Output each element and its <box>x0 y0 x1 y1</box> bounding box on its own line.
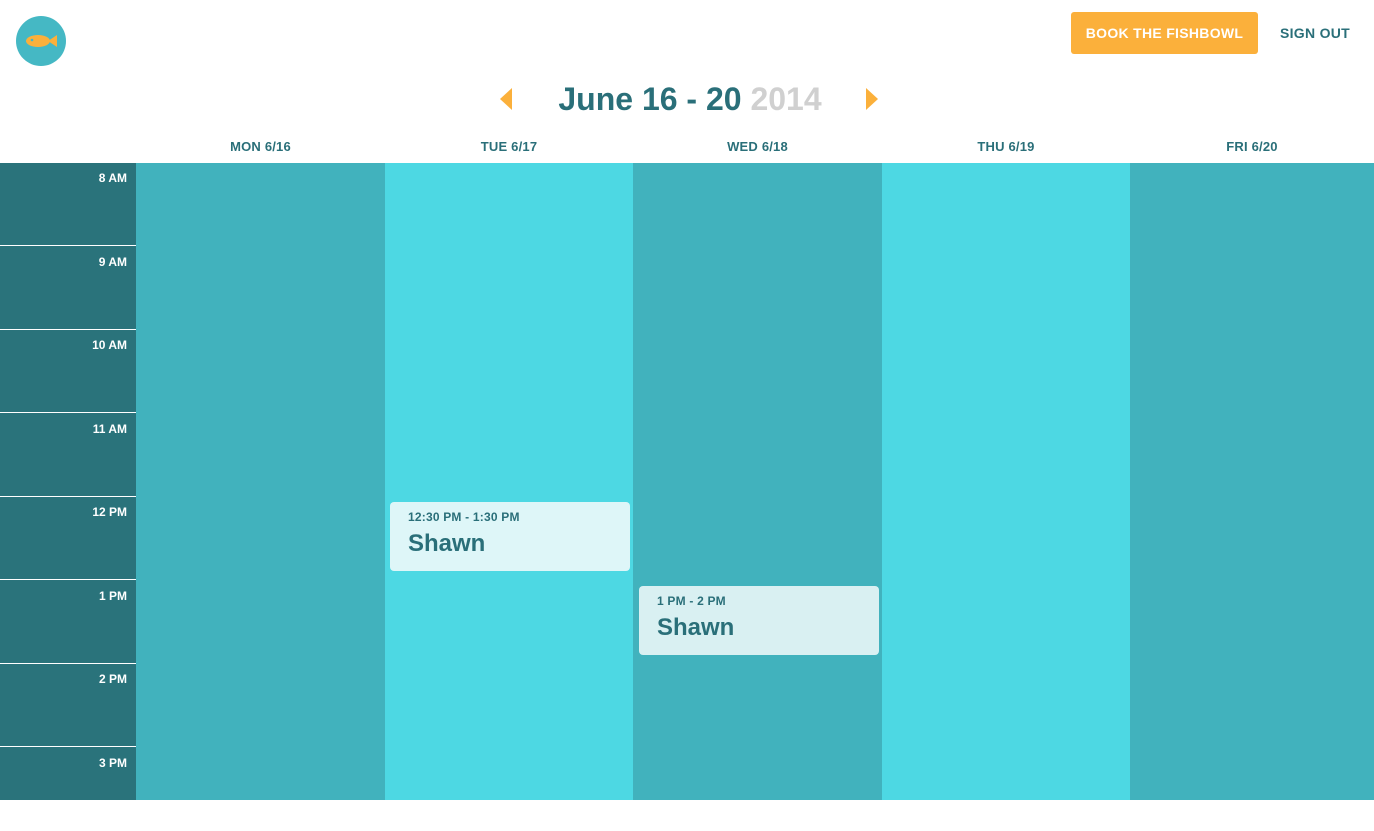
week-navigation: June 16 - 20 2014 <box>0 76 1374 122</box>
time-label: 8 AM <box>98 171 127 185</box>
time-slot: 10 AM <box>0 330 136 413</box>
event-name: Shawn <box>657 614 735 641</box>
logo[interactable] <box>16 16 66 66</box>
day-header-thu: THU 6/19 <box>977 139 1035 154</box>
day-column-wed[interactable] <box>633 163 882 800</box>
time-slot: 2 PM <box>0 664 136 747</box>
book-the-fishbowl-button[interactable]: BOOK THE FISHBOWL <box>1071 12 1258 54</box>
day-column-thu[interactable] <box>882 163 1130 800</box>
fish-icon <box>26 35 57 47</box>
time-label: 11 AM <box>92 421 127 436</box>
week-range-title: June 16 - 20 2014 <box>540 78 840 120</box>
time-slot: 11 AM <box>0 414 136 497</box>
event-card[interactable]: 12:30 PM - 1:30 PM Shawn <box>390 502 630 571</box>
day-header-tue: TUE 6/17 <box>480 139 538 154</box>
time-slot: 12 PM <box>0 497 136 580</box>
top-bar: BOOK THE FISHBOWL SIGN OUT <box>0 0 1374 80</box>
time-label: 9 AM <box>98 254 127 269</box>
day-column-mon[interactable] <box>136 163 385 800</box>
time-label: 12 PM <box>92 505 127 519</box>
time-column: 8 AM 9 AM 10 AM 11 AM 12 PM 1 PM 2 PM 3 … <box>0 163 136 800</box>
time-slot: 3 PM <box>0 748 136 831</box>
next-week-icon[interactable] <box>866 88 878 110</box>
time-label: 1 PM <box>98 588 127 603</box>
day-header-mon: MON 6/16 <box>230 139 291 154</box>
week-range-dates: June 16 - 20 <box>558 81 742 117</box>
sign-out-link[interactable]: SIGN OUT <box>1270 12 1360 54</box>
prev-week-icon[interactable] <box>500 88 512 110</box>
day-header-wed: WED 6/18 <box>727 139 788 154</box>
time-slot: 8 AM <box>0 163 136 246</box>
event-card[interactable]: 1 PM - 2 PM Shawn <box>639 586 879 655</box>
time-slot: 9 AM <box>0 247 136 330</box>
day-headers: MON 6/16 TUE 6/17 WED 6/18 THU 6/19 FRI … <box>0 134 1374 162</box>
calendar-grid: 8 AM 9 AM 10 AM 11 AM 12 PM 1 PM 2 PM 3 … <box>0 163 1374 800</box>
day-column-tue[interactable] <box>385 163 633 800</box>
event-time: 1 PM - 2 PM <box>657 594 726 608</box>
time-label: 3 PM <box>98 755 127 770</box>
week-range-year: 2014 <box>750 81 822 117</box>
event-name: Shawn <box>408 530 486 557</box>
event-time: 12:30 PM - 1:30 PM <box>408 510 520 524</box>
day-header-fri: FRI 6/20 <box>1226 139 1278 154</box>
time-label: 2 PM <box>98 672 127 686</box>
day-column-fri[interactable] <box>1130 163 1374 800</box>
time-slot: 1 PM <box>0 581 136 664</box>
time-label: 10 AM <box>92 338 127 352</box>
